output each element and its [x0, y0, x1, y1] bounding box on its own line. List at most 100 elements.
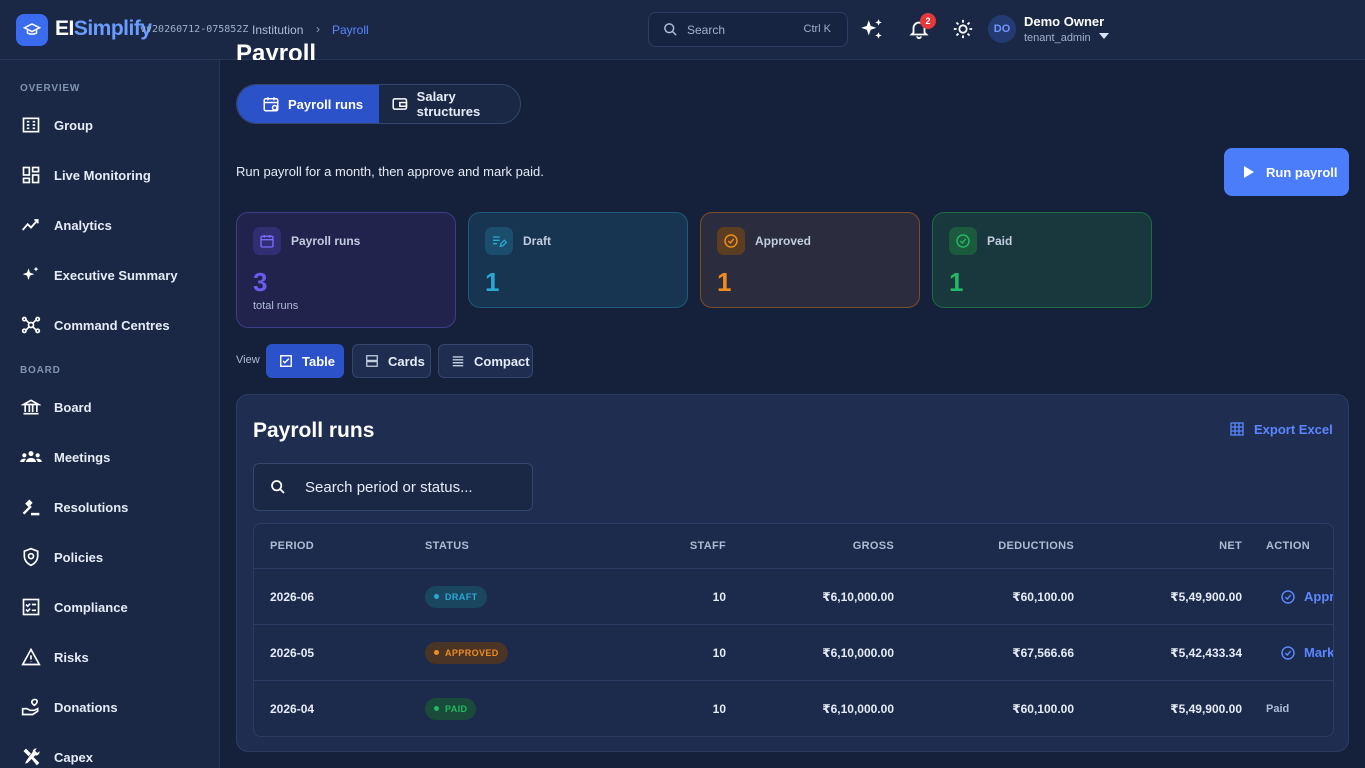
sparkle-icon — [861, 19, 882, 39]
sidebar-item-group[interactable]: Group — [20, 111, 93, 139]
global-search[interactable]: Search Ctrl K — [648, 12, 848, 47]
top-bar: EISimplify vv20260712-075852Z Institutio… — [0, 0, 1365, 60]
gavel-icon — [20, 496, 42, 518]
tab-salary-structures[interactable]: Salary structures — [379, 85, 520, 123]
column-header-staff[interactable]: STAFF — [654, 524, 726, 568]
hub-icon — [20, 314, 42, 336]
sidebar: OVERVIEW Group Live Monitoring Analytics… — [0, 60, 220, 768]
check-circle-icon — [717, 227, 745, 255]
bank-icon — [20, 396, 42, 418]
sidebar-item-label: Policies — [54, 549, 104, 565]
export-excel-button[interactable]: Export Excel — [1229, 421, 1333, 437]
tools-icon — [20, 746, 42, 768]
cell-deductions: ₹60,100.00 — [1012, 701, 1074, 716]
cell-net: ₹5,42,433.34 — [1170, 645, 1242, 660]
wallet-icon — [392, 98, 408, 110]
sidebar-item-compliance[interactable]: Compliance — [20, 593, 128, 621]
column-header-gross[interactable]: GROSS — [774, 524, 894, 568]
check-circle-icon — [1281, 589, 1295, 604]
stat-value: 1 — [717, 267, 732, 297]
sidebar-item-label: Analytics — [54, 217, 112, 233]
cell-staff: 10 — [712, 701, 726, 716]
cell-staff: 10 — [712, 645, 726, 660]
cards-icon — [366, 355, 378, 367]
edit-list-icon — [485, 227, 513, 255]
building-icon — [20, 114, 42, 136]
shield-icon — [20, 546, 42, 568]
sidebar-item-meetings[interactable]: Meetings — [20, 443, 110, 471]
mark-paid-button[interactable]: Mark paid — [1280, 625, 1333, 680]
version-label: vv20260712-075852Z — [140, 24, 249, 35]
stat-subtext: total runs — [253, 300, 299, 312]
cell-gross: ₹6,10,000.00 — [822, 645, 894, 660]
sidebar-item-donations[interactable]: Donations — [20, 693, 118, 721]
view-compact-button[interactable]: Compact — [438, 344, 533, 378]
view-table-button[interactable]: Table — [266, 344, 344, 378]
user-name[interactable]: Demo Owner — [1024, 14, 1104, 29]
theme-toggle-button[interactable] — [952, 18, 974, 45]
list-icon — [452, 356, 464, 367]
cell-period: 2026-06 — [270, 589, 315, 604]
search-icon — [664, 23, 677, 36]
sidebar-item-label: Resolutions — [54, 499, 129, 515]
user-role: tenant_admin — [1024, 32, 1091, 44]
stat-label: Paid — [987, 234, 1013, 248]
stat-label: Draft — [523, 234, 552, 248]
sidebar-item-label: Donations — [54, 699, 118, 715]
people-icon — [20, 446, 42, 468]
sidebar-item-label: Board — [54, 399, 92, 415]
sidebar-item-label: Meetings — [54, 449, 111, 465]
sidebar-item-label: Capex — [54, 749, 94, 765]
sidebar-item-risks[interactable]: Risks — [20, 643, 89, 671]
dashboard-icon — [20, 164, 42, 186]
app-logo[interactable] — [16, 14, 48, 46]
column-header-net[interactable]: NET — [1114, 524, 1242, 568]
column-header-deductions[interactable]: DEDUCTIONS — [934, 524, 1074, 568]
sidebar-item-label: Group — [54, 117, 93, 133]
sidebar-item-command-centres[interactable]: Command Centres — [20, 311, 170, 339]
sidebar-item-resolutions[interactable]: Resolutions — [20, 493, 128, 521]
user-menu-chevron-down-icon[interactable] — [1099, 26, 1109, 44]
trend-icon — [20, 214, 42, 236]
sidebar-item-capex[interactable]: Capex — [20, 743, 93, 768]
cell-period: 2026-05 — [270, 645, 315, 660]
avatar[interactable]: DO — [988, 15, 1016, 43]
sun-icon — [953, 19, 973, 39]
notification-count-badge: 2 — [920, 13, 936, 29]
sidebar-item-executive-summary[interactable]: Executive Summary — [20, 261, 178, 289]
stat-card-paid: Paid 1 — [932, 212, 1152, 308]
warning-icon — [20, 646, 42, 668]
stat-label: Approved — [755, 234, 812, 248]
stat-label: Payroll runs — [291, 234, 361, 248]
stat-card-payroll-runs: Payroll runs 3 total runs — [236, 212, 456, 328]
cell-deductions: ₹67,566.66 — [1012, 645, 1074, 660]
status-badge: PAID — [425, 697, 477, 720]
sidebar-item-live-monitoring[interactable]: Live Monitoring — [20, 161, 151, 189]
page-description: Run payroll for a month, then approve an… — [236, 164, 544, 179]
calendar-icon — [263, 97, 279, 112]
column-header-period[interactable]: PERIOD — [270, 524, 314, 568]
table-search-input[interactable]: Search period or status... — [253, 463, 533, 511]
table-check-icon — [280, 355, 292, 367]
approve-button[interactable]: Approve — [1280, 569, 1333, 624]
view-cards-button[interactable]: Cards — [352, 344, 431, 378]
cell-gross: ₹6,10,000.00 — [822, 589, 894, 604]
status-badge: DRAFT — [425, 585, 487, 608]
payroll-runs-panel: Payroll runs Export Excel Search period … — [236, 394, 1349, 752]
column-header-action: ACTION — [1266, 540, 1310, 552]
sidebar-item-label: Command Centres — [54, 317, 170, 333]
ai-assistant-button[interactable] — [859, 17, 885, 48]
brand-name: EISimplify — [55, 17, 152, 40]
breadcrumb-institution[interactable]: Institution — [252, 23, 303, 37]
search-shortcut: Ctrl K — [803, 23, 832, 35]
breadcrumb-payroll[interactable]: Payroll — [332, 23, 369, 37]
cell-status: DRAFT — [425, 569, 487, 624]
sidebar-item-analytics[interactable]: Analytics — [20, 211, 112, 239]
sidebar-item-policies[interactable]: Policies — [20, 543, 103, 571]
sidebar-section-board: BOARD — [20, 365, 61, 376]
column-header-status[interactable]: STATUS — [425, 524, 469, 568]
status-badge: APPROVED — [425, 641, 508, 664]
run-payroll-button[interactable]: Run payroll — [1224, 148, 1349, 196]
tab-payroll-runs[interactable]: Payroll runs — [237, 85, 379, 123]
sidebar-item-board[interactable]: Board — [20, 393, 92, 421]
